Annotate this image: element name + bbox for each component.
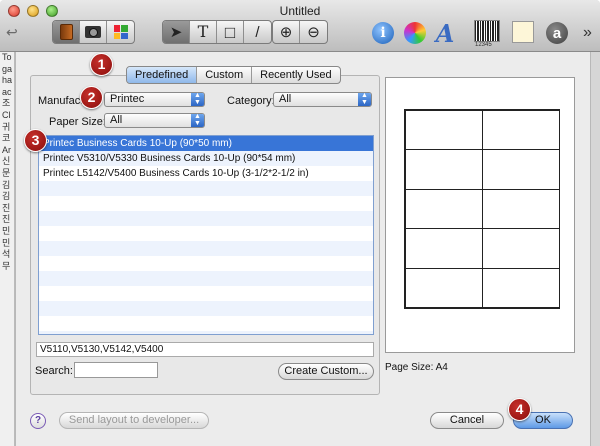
back-arrow-icon[interactable]: ↩ bbox=[6, 24, 18, 41]
background-list-item: 김 bbox=[2, 179, 11, 190]
manufacturer-value: Printec bbox=[110, 93, 145, 105]
paper-size-value: All bbox=[110, 114, 123, 126]
layout-picker-sheet: Predefined Custom Recently Used Manufact… bbox=[15, 52, 591, 446]
rectangle-tool-button[interactable]: □ bbox=[217, 21, 244, 43]
background-list-item: 진 bbox=[2, 202, 11, 213]
card-slot bbox=[404, 149, 483, 190]
info-icon[interactable]: i bbox=[372, 22, 394, 44]
callout-badge: 4 bbox=[508, 398, 531, 421]
background-list-item: To bbox=[2, 52, 12, 62]
app-window: Untitled ↩ ➤ T □ / ⊕ ⊖ i A 12345 a » To … bbox=[0, 0, 600, 446]
background-list-item: 문 bbox=[2, 167, 11, 178]
create-custom-button[interactable]: Create Custom... bbox=[278, 363, 374, 380]
popup-arrows-icon: ▲ ▼ bbox=[191, 92, 204, 106]
background-list-item: 진 bbox=[2, 214, 11, 225]
toolbar-overflow-icon[interactable]: » bbox=[583, 24, 592, 42]
cancel-button[interactable]: Cancel bbox=[430, 412, 504, 429]
rectangle-icon: □ bbox=[224, 22, 236, 42]
background-list-item: 신 bbox=[2, 156, 11, 167]
barcode-digits: 12345 bbox=[475, 42, 492, 48]
arrow-pointer-icon: ➤ bbox=[169, 23, 183, 41]
zoom-in-icon: ⊕ bbox=[279, 23, 293, 41]
layout-source-tabs[interactable]: Predefined Custom Recently Used bbox=[126, 66, 341, 84]
card-slot bbox=[481, 109, 560, 151]
background-list-item: 귀 bbox=[2, 121, 11, 132]
zoom-out-button[interactable]: ⊖ bbox=[300, 21, 327, 43]
grid-icon bbox=[113, 25, 128, 39]
background-list-item: 조 bbox=[2, 98, 11, 109]
camera-icon bbox=[85, 26, 101, 38]
view-mode-segmented-control[interactable] bbox=[52, 20, 135, 44]
tab-recently-used[interactable]: Recently Used bbox=[252, 67, 340, 83]
barcode-icon[interactable] bbox=[474, 20, 500, 42]
background-list-item: Cl bbox=[2, 109, 11, 120]
category-label: Category: bbox=[227, 95, 275, 107]
paper-size-label: Paper Size: bbox=[49, 116, 106, 128]
tab-predefined[interactable]: Predefined bbox=[127, 67, 198, 83]
background-list-item: ga bbox=[2, 63, 13, 74]
preview-page bbox=[404, 109, 560, 309]
category-value: All bbox=[279, 93, 292, 105]
background-list: To ga ha ac 조 Cl 귀 코 Ar 신 문 김 김 진 진 민 민 … bbox=[0, 52, 15, 446]
account-icon[interactable]: a bbox=[546, 22, 568, 44]
titlebar: Untitled ↩ ➤ T □ / ⊕ ⊖ i A 12345 a » bbox=[0, 0, 600, 52]
zoom-segmented-control[interactable]: ⊕ ⊖ bbox=[272, 20, 328, 44]
card-slot bbox=[481, 228, 560, 269]
page-size-label: Page Size: A4 bbox=[385, 362, 448, 373]
zoom-in-button[interactable]: ⊕ bbox=[273, 21, 300, 43]
card-slot bbox=[404, 228, 483, 269]
layout-preview bbox=[385, 77, 575, 353]
layout-view-button[interactable] bbox=[53, 21, 80, 43]
search-input[interactable] bbox=[74, 362, 158, 378]
line-tool-button[interactable]: / bbox=[244, 21, 271, 43]
text-tool-button[interactable]: T bbox=[190, 21, 217, 43]
card-slot bbox=[481, 149, 560, 190]
tools-segmented-control[interactable]: ➤ T □ / bbox=[162, 20, 272, 44]
chart-icon[interactable] bbox=[512, 21, 534, 43]
callout-badge: 2 bbox=[80, 86, 103, 109]
background-list-item: 코 bbox=[2, 133, 11, 144]
zoom-out-icon: ⊖ bbox=[307, 23, 320, 41]
layout-list-item[interactable]: Printec Business Cards 10-Up (90*50 mm) bbox=[39, 136, 373, 151]
font-icon[interactable]: A bbox=[434, 19, 456, 48]
window-title: Untitled bbox=[279, 4, 321, 18]
text-icon: T bbox=[197, 22, 209, 41]
popup-arrows-icon: ▲ ▼ bbox=[191, 113, 204, 127]
tab-custom[interactable]: Custom bbox=[197, 67, 253, 83]
background-list-item: 무 bbox=[2, 260, 11, 271]
select-tool-button[interactable]: ➤ bbox=[163, 21, 190, 43]
background-list-item: ac bbox=[2, 86, 12, 97]
callout-badge: 1 bbox=[90, 53, 113, 76]
paper-size-popup[interactable]: All ▲ ▼ bbox=[104, 113, 205, 128]
help-button[interactable]: ? bbox=[30, 413, 46, 429]
layout-list-item[interactable]: Printec L5142/V5400 Business Cards 10-Up… bbox=[39, 166, 373, 181]
background-list-item: Ar bbox=[2, 144, 11, 155]
book-icon bbox=[59, 24, 73, 40]
line-icon: / bbox=[255, 23, 260, 41]
card-slot bbox=[481, 188, 560, 230]
card-slot bbox=[404, 109, 483, 151]
background-list-item: 석 bbox=[2, 249, 11, 260]
category-popup[interactable]: All ▲ ▼ bbox=[273, 92, 372, 107]
card-slot bbox=[404, 267, 483, 309]
card-slot bbox=[404, 188, 483, 230]
photo-view-button[interactable] bbox=[80, 21, 107, 43]
background-list-item: 민 bbox=[2, 225, 11, 236]
search-label: Search: bbox=[35, 365, 73, 377]
grid-view-button[interactable] bbox=[107, 21, 134, 43]
manufacturer-popup[interactable]: Printec ▲ ▼ bbox=[104, 92, 205, 107]
background-list-item: 민 bbox=[2, 237, 11, 248]
compatible-models-field: V5110,V5130,V5142,V5400 bbox=[36, 342, 374, 357]
callout-badge: 3 bbox=[24, 129, 47, 152]
background-list-item: 김 bbox=[2, 191, 11, 202]
layout-list-item[interactable]: Printec V5310/V5330 Business Cards 10-Up… bbox=[39, 151, 373, 166]
background-list-item: ha bbox=[2, 75, 13, 86]
send-layout-button[interactable]: Send layout to developer... bbox=[59, 412, 209, 429]
popup-arrows-icon: ▲ ▼ bbox=[358, 92, 371, 106]
card-slot bbox=[481, 267, 560, 309]
layout-list[interactable]: Printec Business Cards 10-Up (90*50 mm) … bbox=[38, 135, 374, 335]
color-wheel-icon[interactable] bbox=[404, 22, 426, 44]
